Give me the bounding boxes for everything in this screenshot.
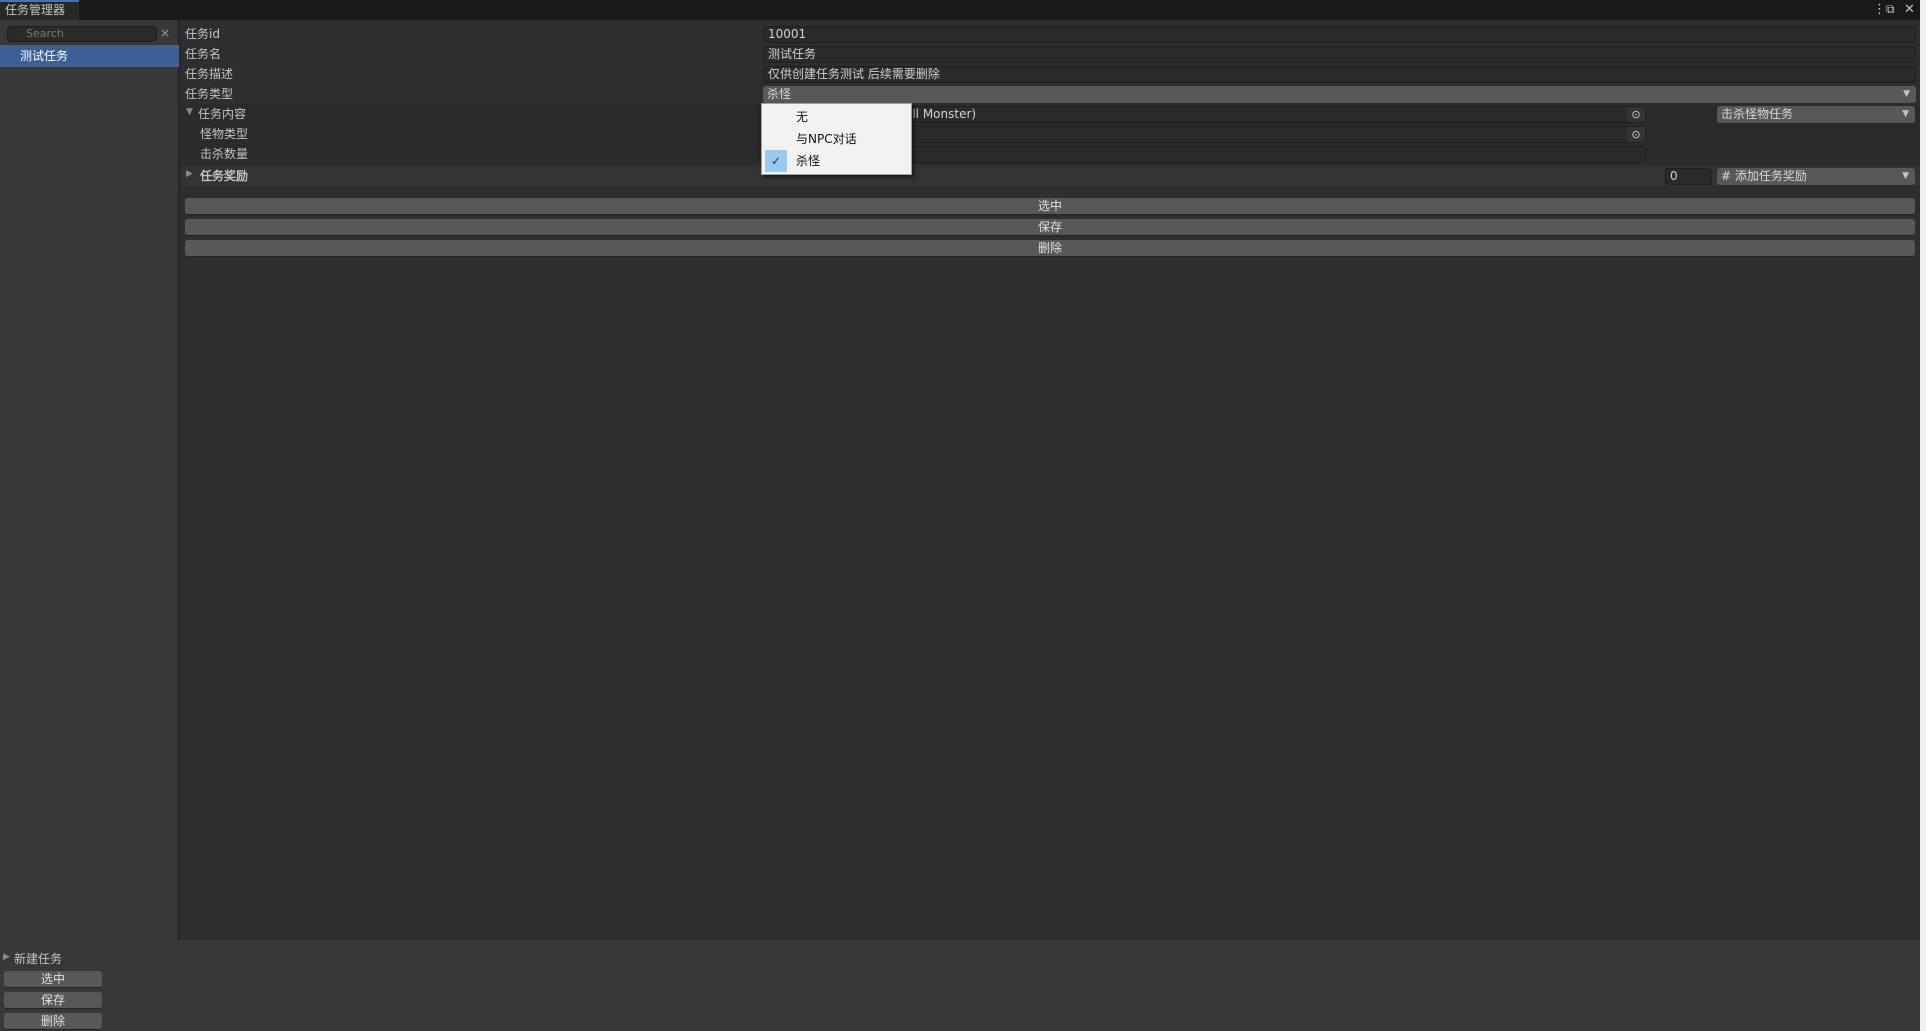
delete-button[interactable]: 删除 [185,240,1915,257]
bottom-select-button[interactable]: 选中 [4,971,102,988]
desc-label: 任务描述 [185,67,234,81]
name-label: 任务名 [185,47,222,61]
clear-search-icon[interactable]: × [160,26,170,40]
name-field[interactable]: 测试任务 [763,46,1916,63]
id-field[interactable]: 10001 [763,26,1916,43]
bottom-delete-button[interactable]: 删除 [4,1013,102,1030]
option-kill-monster[interactable]: ✓ 杀怪 [762,150,911,172]
type-dropdown[interactable]: 杀怪 ▼ [763,86,1916,103]
task-list-panel [0,20,179,940]
reward-count-field[interactable]: 0 [1665,168,1712,185]
content-value: ill Monster) [909,107,977,121]
content-label[interactable]: 任务内容 [198,104,246,124]
dropdown-arrow-icon: ▼ [1903,89,1910,99]
kill-count-label: 击杀数量 [200,147,249,161]
content-type-dropdown[interactable]: 击杀怪物任务 ▼ [1717,106,1915,123]
option-none[interactable]: 无 [762,106,911,128]
dropdown-arrow-icon: ▼ [1902,171,1909,181]
tab-task-manager[interactable]: 任务管理器 [0,0,79,20]
add-reward-dropdown[interactable]: # 添加任务奖励 ▼ [1717,168,1915,185]
save-button[interactable]: 保存 [185,219,1915,236]
reward-section [182,166,1920,186]
content-type-value: 击杀怪物任务 [1721,107,1794,121]
checkmark-icon: ✓ [765,150,787,172]
type-value: 杀怪 [767,87,792,101]
reward-label[interactable]: 任务奖励 [200,166,248,186]
bottom-panel [0,940,1920,1031]
object-picker-icon[interactable]: ⊙ [1627,107,1645,122]
select-button[interactable]: 选中 [185,198,1915,215]
new-task-foldout[interactable]: 新建任务 [14,950,62,968]
dropdown-arrow-icon: ▼ [1902,109,1909,119]
maximize-icon[interactable]: ⧉ [1886,2,1895,17]
monster-type-label: 怪物类型 [200,127,249,141]
kebab-menu-icon[interactable]: ⋮ [1873,2,1886,17]
id-label: 任务id [185,27,220,41]
task-manager-window: 任务管理器 ⋮ ⧉ ✕ ⚲ Search × 测试任务 任务id 10001 任… [0,0,1920,1031]
desc-field[interactable]: 仅供创建任务测试 后续需要删除 [763,66,1916,83]
option-label: 杀怪 [796,154,821,168]
type-label: 任务类型 [185,87,234,101]
list-item[interactable]: 测试任务 [0,45,179,67]
option-talk-npc[interactable]: 与NPC对话 [762,128,911,150]
type-dropdown-menu: 无 与NPC对话 ✓ 杀怪 [761,103,912,175]
add-reward-value: # 添加任务奖励 [1721,169,1807,183]
search-input[interactable]: Search [7,26,157,42]
title-bar [0,0,1920,20]
close-icon[interactable]: ✕ [1904,2,1915,17]
object-picker-icon[interactable]: ⊙ [1627,127,1645,142]
expand-right-icon[interactable]: ▶ [186,169,193,179]
bottom-save-button[interactable]: 保存 [4,992,102,1009]
expand-down-icon[interactable]: ▼ [186,107,193,117]
expand-right-icon[interactable]: ▶ [3,952,10,962]
